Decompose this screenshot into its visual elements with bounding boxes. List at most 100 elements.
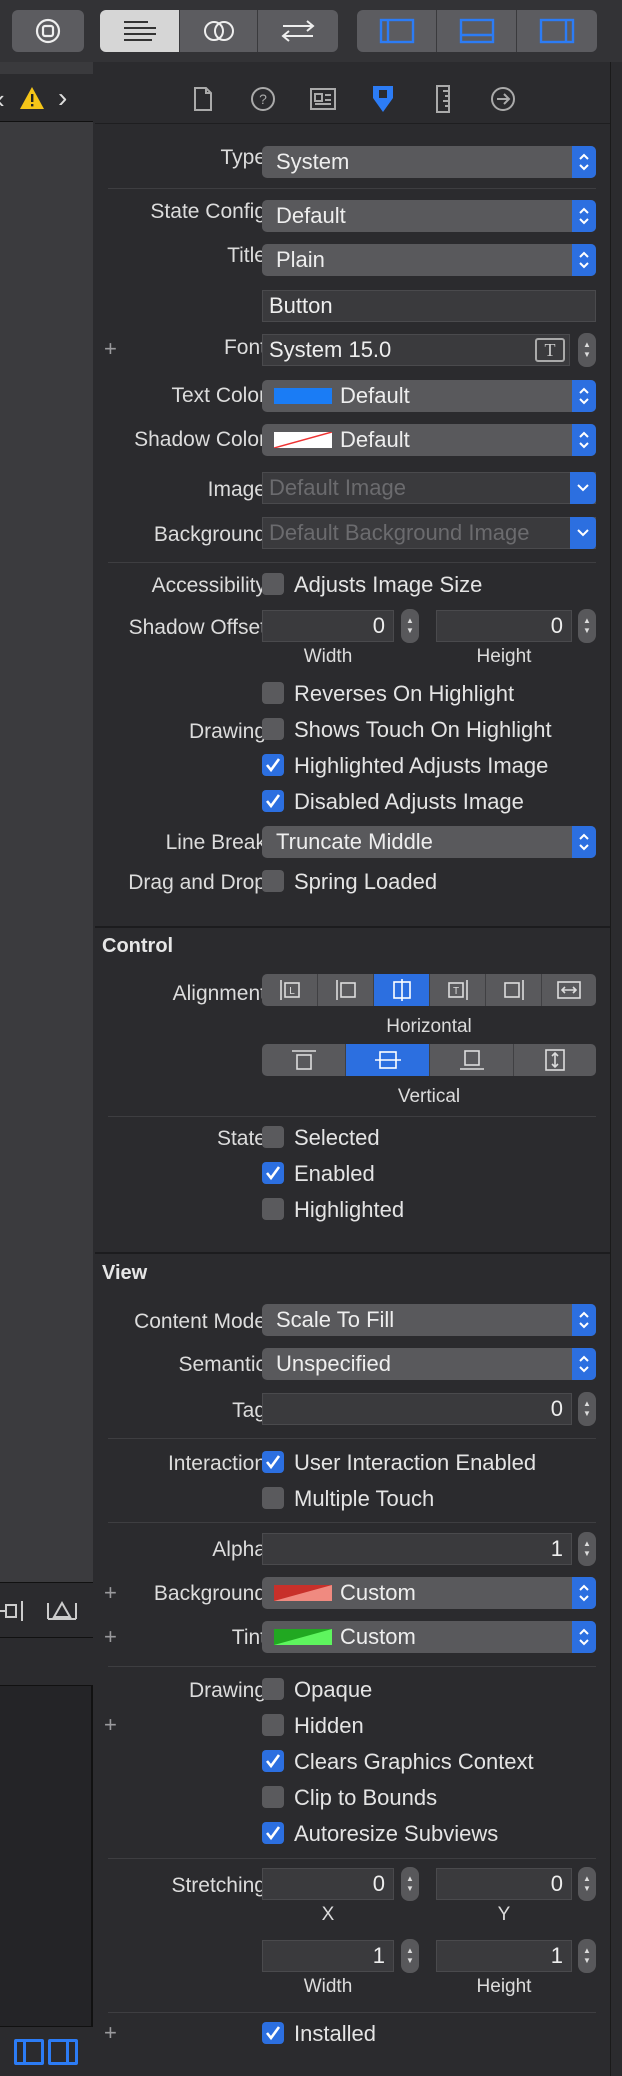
tint-popup[interactable]: Custom — [262, 1621, 596, 1653]
add-hidden-variation-icon[interactable]: + — [104, 1712, 117, 1738]
align-icon[interactable] — [0, 1599, 26, 1629]
font-field[interactable]: System 15.0 T — [262, 334, 570, 366]
clears-graphics-context-checkbox[interactable] — [262, 1750, 284, 1772]
debug-toggle-button[interactable] — [437, 10, 517, 52]
align-center-button[interactable] — [374, 974, 430, 1006]
tag-field[interactable]: 0 — [262, 1393, 572, 1425]
align-trailing-button[interactable]: T — [430, 974, 486, 1006]
clip-to-bounds-checkbox[interactable] — [262, 1786, 284, 1808]
background-color-popup[interactable]: Custom — [262, 1577, 596, 1609]
warning-icon[interactable] — [19, 86, 45, 116]
content-mode-popup[interactable]: Scale To Fill — [262, 1304, 596, 1336]
attributes-inspector-icon[interactable] — [368, 84, 398, 114]
right-panel-toggle-icon[interactable] — [48, 2039, 78, 2065]
popup-chevron-icon — [572, 244, 596, 276]
utilities-toggle-button[interactable] — [517, 10, 597, 52]
add-tint-variation-icon[interactable]: + — [104, 1624, 117, 1650]
combo-chevron-icon[interactable] — [570, 517, 596, 549]
vertical-caption: Vertical — [397, 1086, 461, 1107]
add-constraints-icon[interactable] — [46, 1599, 78, 1629]
jump-bar: ‹ › — [0, 74, 93, 122]
stretch-y-field[interactable]: 0 — [436, 1868, 572, 1900]
file-inspector-icon[interactable] — [188, 84, 218, 114]
assistant-editor-icon — [203, 21, 234, 41]
left-panel-toggle-icon[interactable] — [14, 2039, 44, 2065]
spring-loaded-label: Spring Loaded — [294, 869, 438, 894]
adjusts-image-size-checkbox[interactable] — [262, 573, 284, 595]
type-popup[interactable]: System — [262, 146, 596, 178]
stretch-width-stepper[interactable]: ▲ ▼ — [401, 1939, 419, 1973]
stretch-width-field[interactable]: 1 — [262, 1940, 394, 1972]
size-inspector-icon[interactable] — [428, 84, 458, 114]
interaction-label: Interaction — [167, 1452, 266, 1475]
align-bottom-button[interactable] — [430, 1044, 514, 1076]
align-left-button[interactable] — [318, 974, 374, 1006]
version-editor-button[interactable] — [258, 10, 338, 52]
alpha-stepper[interactable]: ▲ ▼ — [578, 1532, 596, 1566]
title-popup[interactable]: Plain — [262, 244, 596, 276]
background-image-combo[interactable]: Default Background Image — [262, 517, 596, 549]
standard-editor-button[interactable] — [100, 10, 180, 52]
stretch-x-stepper[interactable]: ▲ ▼ — [401, 1867, 419, 1901]
shadow-width-stepper[interactable]: ▲ ▼ — [401, 609, 419, 643]
alpha-field[interactable]: 1 — [262, 1533, 572, 1565]
combo-chevron-icon[interactable] — [570, 472, 596, 504]
identity-inspector-icon[interactable] — [308, 84, 338, 114]
align-right-button[interactable] — [486, 974, 542, 1006]
add-installed-variation-icon[interactable]: + — [104, 2020, 117, 2046]
connections-inspector-icon[interactable] — [488, 84, 518, 114]
back-chevron-icon[interactable]: ‹ — [0, 84, 5, 115]
reverses-on-highlight-checkbox[interactable] — [262, 682, 284, 704]
shadow-width-field[interactable]: 0 — [262, 610, 394, 642]
enabled-checkbox[interactable] — [262, 1162, 284, 1184]
stretch-height-stepper[interactable]: ▲ ▼ — [578, 1939, 596, 1973]
stretch-x-field[interactable]: 0 — [262, 1868, 394, 1900]
opaque-checkbox[interactable] — [262, 1678, 284, 1700]
selected-checkbox[interactable] — [262, 1126, 284, 1148]
scrollbar[interactable] — [610, 0, 622, 2076]
image-combo[interactable]: Default Image — [262, 472, 596, 504]
line-break-popup[interactable]: Truncate Middle — [262, 826, 596, 858]
shadow-height-caption: Height — [476, 646, 532, 667]
align-vertical-center-button[interactable] — [346, 1044, 430, 1076]
align-leading-button[interactable]: L — [262, 974, 318, 1006]
add-font-variation-icon[interactable]: + — [104, 336, 117, 362]
popup-chevron-icon — [572, 200, 596, 232]
add-background-variation-icon[interactable]: + — [104, 1580, 117, 1606]
tag-stepper[interactable]: ▲ ▼ — [578, 1392, 596, 1426]
semantic-popup[interactable]: Unspecified — [262, 1348, 596, 1380]
disabled-adjusts-image-checkbox[interactable] — [262, 790, 284, 812]
highlighted-adjusts-image-checkbox[interactable] — [262, 754, 284, 776]
shadow-height-stepper[interactable]: ▲ ▼ — [578, 609, 596, 643]
window-toolbar — [0, 0, 622, 62]
stretch-y-caption: Y — [497, 1904, 511, 1925]
align-top-button[interactable] — [262, 1044, 346, 1076]
user-interaction-enabled-checkbox[interactable] — [262, 1451, 284, 1473]
stretch-height-field[interactable]: 1 — [436, 1940, 572, 1972]
align-vertical-fill-button[interactable] — [514, 1044, 596, 1076]
multiple-touch-checkbox[interactable] — [262, 1487, 284, 1509]
autoresize-subviews-label: Autoresize Subviews — [294, 1821, 499, 1846]
font-size-stepper[interactable]: ▲ ▼ — [578, 333, 596, 367]
hidden-checkbox[interactable] — [262, 1714, 284, 1736]
stop-button[interactable] — [12, 10, 84, 52]
assistant-editor-button[interactable] — [180, 10, 258, 52]
shadow-height-field[interactable]: 0 — [436, 610, 572, 642]
text-color-popup[interactable]: Default — [262, 380, 596, 412]
font-picker-icon[interactable]: T — [535, 338, 565, 362]
highlighted-checkbox[interactable] — [262, 1198, 284, 1220]
installed-checkbox[interactable] — [262, 2022, 284, 2044]
control-section-header: Control — [102, 935, 174, 957]
quick-help-icon[interactable]: ? — [248, 84, 278, 114]
autoresize-subviews-checkbox[interactable] — [262, 1822, 284, 1844]
shows-touch-on-highlight-checkbox[interactable] — [262, 718, 284, 740]
state-config-popup[interactable]: Default — [262, 200, 596, 232]
title-text-field[interactable]: Button — [262, 290, 596, 322]
navigator-toggle-button[interactable] — [357, 10, 437, 52]
align-fill-button[interactable] — [542, 974, 596, 1006]
stretch-y-stepper[interactable]: ▲ ▼ — [578, 1867, 596, 1901]
shadow-color-popup[interactable]: Default — [262, 424, 596, 456]
spring-loaded-checkbox[interactable] — [262, 870, 284, 892]
forward-chevron-icon[interactable]: › — [58, 82, 67, 114]
stop-icon — [35, 18, 61, 44]
